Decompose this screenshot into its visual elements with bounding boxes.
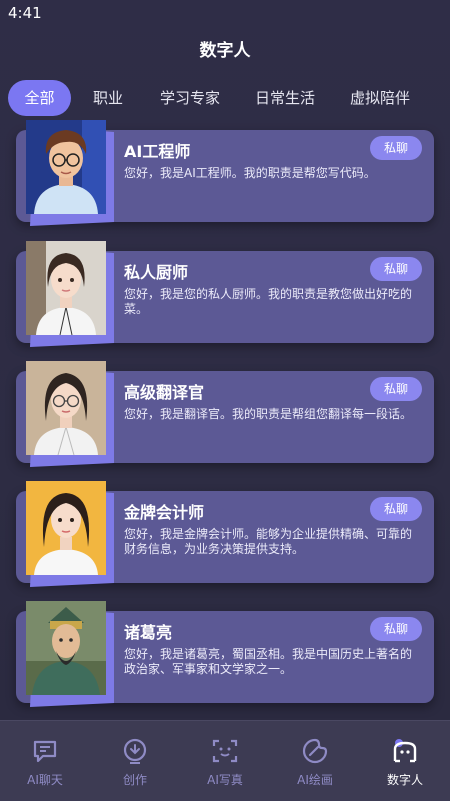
persona-name: 私人厨师: [124, 263, 189, 282]
persona-description: 您好，我是您的私人厨师。我的职责是教您做出好吃的菜。: [124, 287, 413, 316]
tab-all[interactable]: 全部: [8, 80, 71, 116]
avatar: [26, 361, 114, 467]
private-chat-button[interactable]: 私聊: [370, 497, 422, 521]
avatar: [26, 241, 114, 347]
nav-label: 数字人: [386, 773, 423, 787]
persona-description: 您好，我是翻译官。我的职责是帮组您翻译每一段话。: [124, 407, 413, 421]
create-icon: [121, 737, 149, 765]
accountant-portrait-icon: [26, 481, 106, 575]
face-scan-icon: [211, 737, 239, 765]
nav-ai-painting[interactable]: AI绘画: [270, 731, 360, 788]
digital-human-icon: [391, 737, 419, 765]
avatar: [26, 481, 114, 587]
tab-virtual-companion[interactable]: 虚拟陪伴: [340, 80, 420, 116]
tab-profession[interactable]: 职业: [80, 80, 136, 116]
avatar: [26, 120, 114, 226]
zhuge-liang-portrait-icon: [26, 601, 106, 695]
nav-ai-portrait[interactable]: AI写真: [180, 731, 270, 788]
chat-icon: [31, 737, 59, 765]
private-chat-button[interactable]: 私聊: [370, 617, 422, 641]
tab-study-expert[interactable]: 学习专家: [150, 80, 230, 116]
status-time: 4:41: [8, 4, 42, 22]
persona-description: 您好，我是诸葛亮，蜀国丞相。我是中国历史上著名的政治家、军事家和文学家之一。: [124, 647, 413, 676]
chef-portrait-icon: [26, 241, 106, 335]
nav-label: 创作: [122, 773, 147, 787]
persona-name: 金牌会计师: [124, 503, 205, 522]
persona-card-zhuge-liang[interactable]: 诸葛亮 您好，我是诸葛亮，蜀国丞相。我是中国历史上著名的政治家、军事家和文学家之…: [16, 601, 434, 707]
status-bar: 4:41: [0, 0, 450, 26]
persona-card-private-chef[interactable]: 私人厨师 您好，我是您的私人厨师。我的职责是教您做出好吃的菜。 私聊: [16, 241, 434, 347]
nav-create[interactable]: 创作: [90, 731, 180, 788]
nav-ai-chat[interactable]: AI聊天: [0, 731, 90, 788]
persona-name: 诸葛亮: [124, 623, 173, 642]
page-title: 数字人: [199, 41, 251, 61]
nav-label: AI绘画: [297, 773, 333, 787]
engineer-portrait-icon: [26, 120, 106, 214]
category-tabs: 全部 职业 学习专家 日常生活 虚拟陪伴: [0, 80, 450, 116]
private-chat-button[interactable]: 私聊: [370, 377, 422, 401]
palette-icon: [301, 737, 329, 765]
persona-description: 您好，我是金牌会计师。能够为企业提供精确、可靠的财务信息，为业务决策提供支持。: [124, 527, 413, 556]
nav-label: AI写真: [207, 773, 243, 787]
avatar: [26, 601, 114, 707]
translator-portrait-icon: [26, 361, 106, 455]
private-chat-button[interactable]: 私聊: [370, 257, 422, 281]
nav-label: AI聊天: [27, 773, 63, 787]
persona-card-translator[interactable]: 高级翻译官 您好，我是翻译官。我的职责是帮组您翻译每一段话。 私聊: [16, 361, 434, 467]
persona-card-accountant[interactable]: 金牌会计师 您好，我是金牌会计师。能够为企业提供精确、可靠的财务信息，为业务决策…: [16, 481, 434, 587]
persona-description: 您好，我是AI工程师。我的职责是帮您写代码。: [124, 166, 376, 180]
persona-name: AI工程师: [124, 142, 191, 161]
persona-name: 高级翻译官: [124, 383, 205, 402]
tab-daily-life[interactable]: 日常生活: [245, 80, 325, 116]
nav-digital-human[interactable]: 数字人: [360, 731, 450, 788]
bottom-navigation: AI聊天 创作 AI写真 AI绘画 数字人: [0, 720, 450, 801]
persona-card-ai-engineer[interactable]: AI工程师 您好，我是AI工程师。我的职责是帮您写代码。 私聊: [16, 120, 434, 226]
private-chat-button[interactable]: 私聊: [370, 136, 422, 160]
